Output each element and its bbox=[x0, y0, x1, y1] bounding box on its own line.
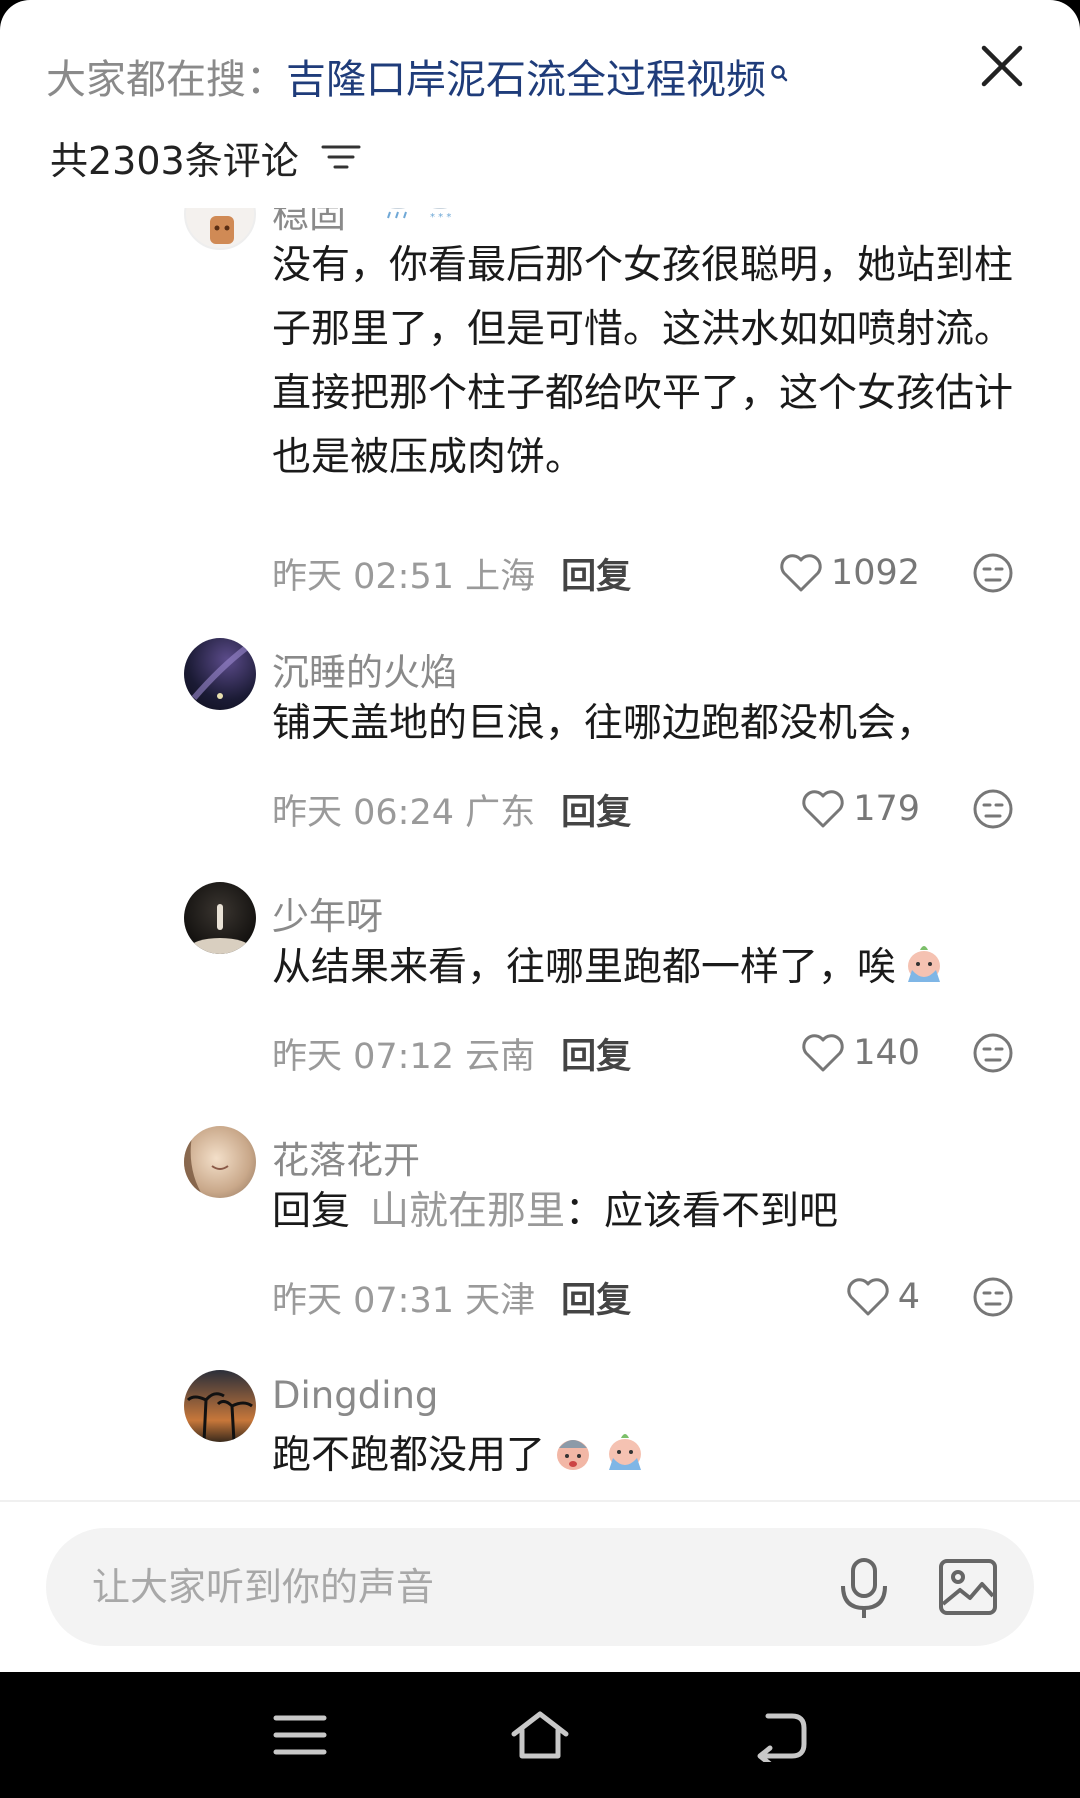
avatar[interactable] bbox=[184, 638, 256, 710]
trending-search-hint[interactable]: 大家都在搜： 吉隆口岸泥石流全过程视频 bbox=[46, 46, 790, 106]
heart-icon bbox=[847, 1278, 889, 1316]
comment-content: 铺天盖地的巨浪，往哪边跑都没机会， bbox=[272, 701, 936, 746]
reply-button[interactable]: 回复 bbox=[561, 1272, 631, 1323]
image-icon[interactable] bbox=[938, 1558, 998, 1616]
search-icon bbox=[770, 52, 790, 82]
comment-list[interactable]: 稳固 * * * 没有，你看最后那个女孩很聪明，她站到柱子那里了，但是可惜。这洪… bbox=[0, 208, 1080, 1500]
like-button[interactable]: 140 bbox=[801, 1028, 920, 1078]
like-button[interactable]: 4 bbox=[846, 1272, 920, 1322]
heart-icon bbox=[802, 790, 844, 828]
comment-text: 跑不跑都没用了 bbox=[272, 1433, 546, 1478]
back-icon[interactable] bbox=[748, 1708, 812, 1762]
comment-count: 共2303条评论 bbox=[50, 138, 299, 183]
comment-content: 跑不跑都没用了 bbox=[272, 1424, 1032, 1488]
comment-location: 上海 bbox=[465, 556, 536, 597]
input-divider bbox=[0, 1500, 1080, 1502]
comment-time: 昨天 07:31 bbox=[272, 1280, 454, 1321]
search-hint-query[interactable]: 吉隆口岸泥石流全过程视频 bbox=[286, 47, 766, 105]
comment-username[interactable]: Dingding bbox=[272, 1374, 438, 1417]
comment-username[interactable]: 花落花开 bbox=[272, 1130, 420, 1184]
menu-icon[interactable] bbox=[268, 1708, 332, 1762]
comment-content: 回复 山就在那里：应该看不到吧 bbox=[272, 1180, 1032, 1244]
dislike-icon[interactable] bbox=[972, 788, 1014, 830]
system-nav-bar bbox=[0, 1672, 1080, 1798]
reply-to-username[interactable]: 山就在那里 bbox=[370, 1189, 565, 1234]
comment-content: 从结果来看，往哪里跑都一样了，唉 bbox=[272, 936, 1032, 1000]
comment-text: ：应该看不到吧 bbox=[565, 1189, 839, 1234]
rain-snow-emojis: * * * bbox=[360, 208, 460, 222]
like-button[interactable]: 179 bbox=[801, 784, 920, 834]
reply-button[interactable]: 回复 bbox=[561, 1028, 631, 1079]
mic-icon[interactable] bbox=[836, 1556, 892, 1620]
crying-emoji-icon bbox=[609, 1434, 642, 1470]
comment-location: 广东 bbox=[465, 792, 536, 833]
heart-icon bbox=[802, 1034, 844, 1072]
avatar[interactable] bbox=[184, 208, 256, 250]
comment-username[interactable]: 沉睡的火焰 bbox=[272, 642, 457, 696]
dislike-icon[interactable] bbox=[972, 552, 1014, 594]
comment-text: 从结果来看，往哪里跑都一样了，唉 bbox=[272, 945, 897, 990]
comment-meta: 昨天 07:31 天津 回复 bbox=[272, 1272, 631, 1322]
comments-sheet: 大家都在搜： 吉隆口岸泥石流全过程视频 共2303条评论 稳固 * * * 没有… bbox=[0, 0, 1080, 1672]
comment-time: 昨天 02:51 bbox=[272, 556, 454, 597]
reply-prefix: 回复 bbox=[272, 1189, 351, 1234]
comment-content: 没有，你看最后那个女孩很聪明，她站到柱子那里了，但是可惜。这洪水如如喷射流。直接… bbox=[272, 243, 1014, 480]
like-count: 140 bbox=[853, 1033, 920, 1073]
reply-button[interactable]: 回复 bbox=[561, 784, 631, 835]
comment-time: 昨天 07:12 bbox=[272, 1036, 454, 1077]
avatar[interactable] bbox=[184, 1126, 256, 1198]
like-button[interactable]: 1092 bbox=[779, 548, 920, 598]
comment-input[interactable]: 让大家听到你的声音 bbox=[92, 1528, 434, 1646]
like-count: 1092 bbox=[830, 553, 920, 593]
close-button[interactable] bbox=[972, 36, 1032, 96]
like-count: 179 bbox=[853, 789, 920, 829]
comment-time: 昨天 06:24 bbox=[272, 792, 454, 833]
avatar[interactable] bbox=[184, 882, 256, 954]
comment-location: 云南 bbox=[465, 1036, 536, 1077]
home-icon[interactable] bbox=[508, 1708, 572, 1762]
comment-meta: 昨天 06:24 广东 回复 bbox=[272, 784, 631, 834]
sort-icon[interactable] bbox=[321, 142, 361, 172]
comment-location: 天津 bbox=[465, 1280, 536, 1321]
sad-emoji-icon bbox=[557, 1440, 590, 1470]
comment-input-bar[interactable]: 让大家听到你的声音 bbox=[46, 1528, 1034, 1646]
dislike-icon[interactable] bbox=[972, 1276, 1014, 1318]
reply-button[interactable]: 回复 bbox=[561, 548, 631, 599]
comment-username[interactable]: 少年呀 bbox=[272, 886, 383, 940]
search-hint-prefix: 大家都在搜： bbox=[46, 57, 286, 103]
comment-count-row: 共2303条评论 bbox=[50, 128, 361, 186]
comment-meta: 昨天 02:51 上海 回复 bbox=[272, 548, 631, 598]
like-count: 4 bbox=[897, 1277, 920, 1317]
crying-emoji-icon bbox=[908, 946, 941, 982]
svg-text:* * *: * * * bbox=[430, 212, 451, 222]
heart-icon bbox=[780, 554, 822, 592]
avatar[interactable] bbox=[184, 1370, 256, 1442]
comment-meta: 昨天 07:12 云南 回复 bbox=[272, 1028, 631, 1078]
dislike-icon[interactable] bbox=[972, 1032, 1014, 1074]
close-icon bbox=[981, 45, 1023, 87]
